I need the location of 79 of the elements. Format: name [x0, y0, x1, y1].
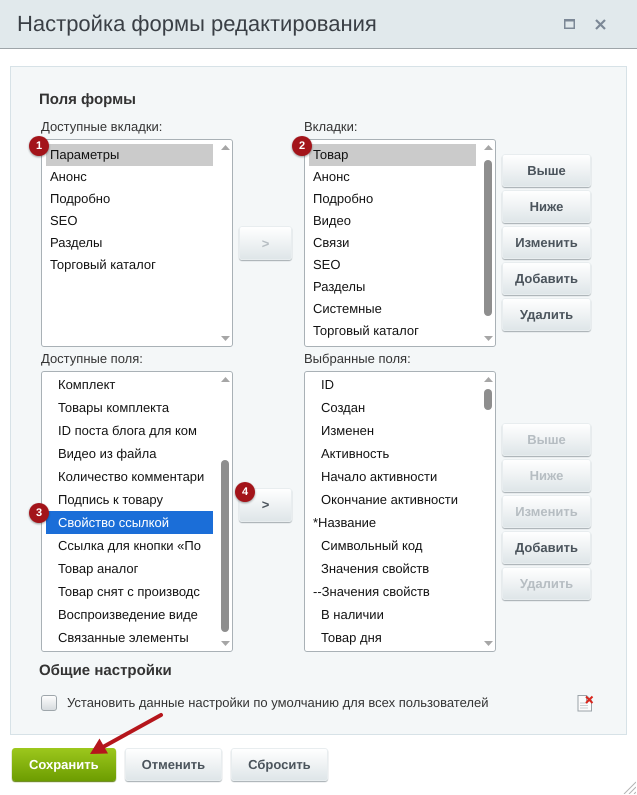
step-badge: 1 — [29, 136, 49, 156]
list-label: Доступные вкладки: — [41, 120, 162, 134]
section-heading: Поля формы — [39, 91, 136, 109]
list-option[interactable]: Связи — [309, 232, 476, 254]
list-option[interactable]: *Название — [309, 511, 476, 534]
list-option[interactable]: ID — [309, 373, 476, 396]
list-label: Вкладки: — [304, 120, 358, 134]
scroll-down-icon[interactable] — [484, 641, 492, 646]
list-option[interactable]: SEO — [309, 254, 476, 276]
list-option[interactable]: Системные — [309, 298, 476, 320]
add-button[interactable]: Добавить — [502, 531, 591, 564]
scroll-down-icon[interactable] — [220, 336, 230, 341]
checkbox-label[interactable]: Установить данные настройки по умолчанию для всех пользователей — [67, 695, 488, 710]
list-label: Доступные поля: — [41, 352, 143, 366]
list-option[interactable]: Ссылка для кнопки «По — [46, 534, 213, 557]
edit-button[interactable]: Изменить — [502, 226, 591, 259]
list-option[interactable]: Разделы — [46, 232, 213, 254]
list-option[interactable]: Разделы — [309, 276, 476, 298]
list-option[interactable]: В наличии — [309, 603, 476, 626]
list-option[interactable]: Окончание активности — [309, 488, 476, 511]
scroll-down-icon[interactable] — [484, 336, 492, 341]
list-option[interactable]: Товар дня — [309, 626, 476, 649]
list-option[interactable]: Начало активности — [309, 465, 476, 488]
move-up-button[interactable]: Выше — [502, 154, 591, 187]
step-badge: 4 — [235, 482, 255, 502]
list-option[interactable]: Подробно — [46, 188, 213, 210]
listbox[interactable]: Параметры Анонс Подробно SEO Разделы Торговый каталог — [41, 139, 233, 347]
scroll-up-icon[interactable] — [484, 145, 492, 150]
list-option[interactable]: Товар — [309, 144, 476, 166]
list-option[interactable]: Торговый каталог — [309, 320, 476, 342]
list-option[interactable]: Символьный код — [309, 534, 476, 557]
scroll-up-icon[interactable] — [220, 377, 230, 382]
maximize-icon[interactable] — [564, 19, 575, 29]
list-option[interactable]: Комплект — [46, 373, 213, 396]
list-option[interactable]: Параметры — [46, 144, 213, 166]
scroll-down-icon[interactable] — [220, 641, 230, 646]
list-option[interactable]: Воспроизведение виде — [46, 603, 213, 626]
document-cross-icon[interactable] — [576, 694, 594, 712]
list-option[interactable]: Значения свойств — [309, 557, 476, 580]
reset-button[interactable]: Сбросить — [231, 748, 328, 781]
list-option[interactable]: Торговый каталог — [46, 254, 213, 276]
list-option[interactable]: SEO — [46, 210, 213, 232]
resize-grip-icon[interactable] — [623, 781, 636, 794]
close-icon[interactable] — [595, 18, 606, 30]
list-option[interactable]: Товар снят с производс — [46, 580, 213, 603]
cancel-button[interactable]: Отменить — [124, 748, 222, 781]
list-option[interactable]: Видео — [309, 210, 476, 232]
move-down-button[interactable]: Ниже — [502, 190, 591, 223]
scrollbar-thumb[interactable] — [221, 460, 229, 632]
listbox[interactable]: ID Создан Изменен Активность Начало активности Окончание активности *Название Символьный код Значения свойств --Значения свойств В наличии Товар дня — [304, 371, 496, 652]
scrollbar-thumb[interactable] — [484, 160, 492, 316]
list-option[interactable]: --Значения свойств — [309, 580, 476, 603]
list-option[interactable]: Товар аналог — [46, 557, 213, 580]
list-option[interactable]: Изменен — [309, 419, 476, 442]
delete-button[interactable]: Удалить — [502, 298, 591, 331]
list-option[interactable]: Связанные элементы — [46, 626, 213, 649]
scrollbar-thumb[interactable] — [484, 389, 492, 410]
list-option[interactable]: Количество комментари — [46, 465, 213, 488]
list-option[interactable]: Подробно — [309, 188, 476, 210]
step-badge: 3 — [29, 503, 49, 523]
section-heading: Общие настройки — [39, 662, 172, 680]
list-option[interactable]: ID поста блога для ком — [46, 419, 213, 442]
checkbox[interactable] — [41, 694, 57, 710]
list-option[interactable]: Свойство ссылкой — [46, 511, 213, 534]
list-label: Выбранные поля: — [304, 352, 411, 366]
list-option[interactable]: Подпись к товару — [46, 488, 213, 511]
scroll-up-icon[interactable] — [220, 145, 230, 150]
scroll-up-icon[interactable] — [484, 377, 492, 382]
listbox[interactable] — [41, 371, 233, 652]
list-option[interactable]: Анонс — [309, 166, 476, 188]
list-option[interactable]: Видео из файла — [46, 442, 213, 465]
list-option[interactable]: Активность — [309, 442, 476, 465]
list-option[interactable]: Анонс — [46, 166, 213, 188]
step-badge: 2 — [292, 136, 312, 156]
window-title: Настройка формы редактирования — [17, 11, 377, 37]
listbox[interactable]: Товар Анонс Подробно Видео Связи SEO Разделы Системные Торговый каталог — [304, 139, 496, 347]
list-option[interactable]: Создан — [309, 396, 476, 419]
add-button[interactable]: Добавить — [502, 262, 591, 295]
list-option[interactable]: Товары комплекта — [46, 396, 213, 419]
